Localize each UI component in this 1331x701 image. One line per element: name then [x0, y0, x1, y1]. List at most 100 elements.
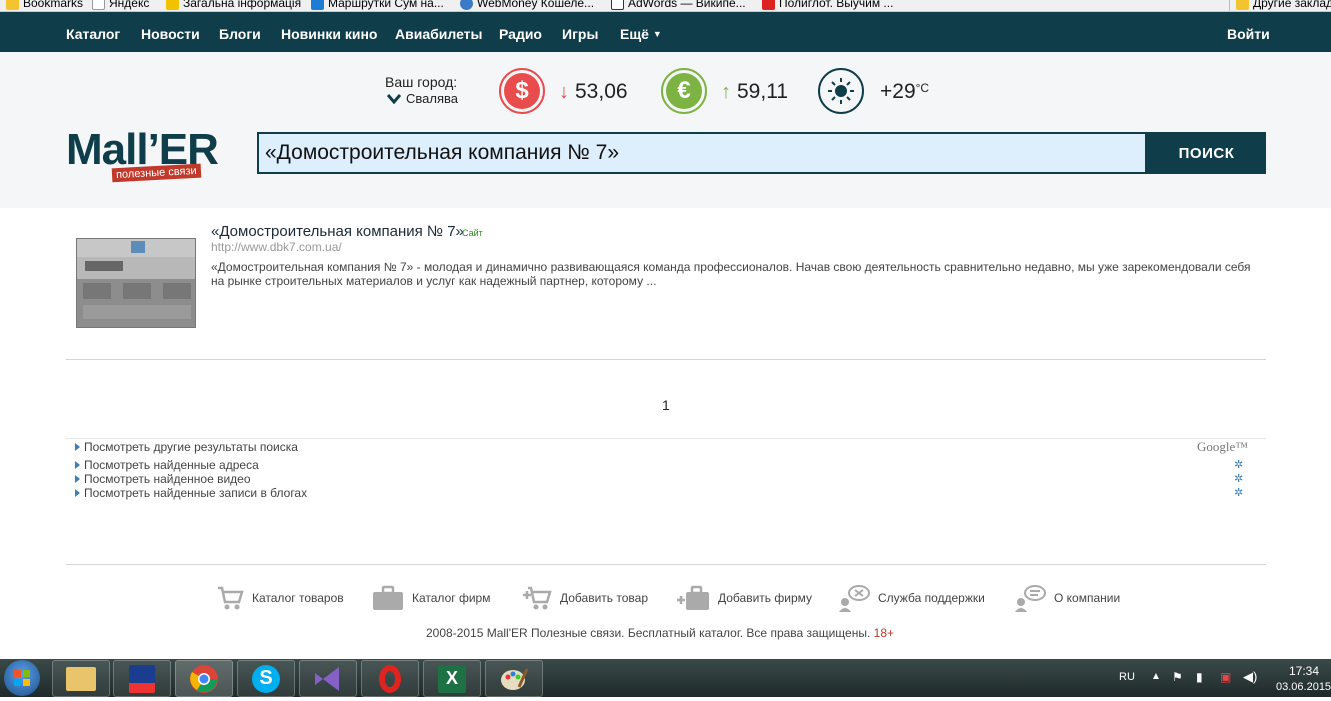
triangle-right-icon — [75, 475, 80, 483]
divider — [66, 438, 1266, 439]
support-icon — [839, 585, 870, 612]
taskbar-paint[interactable] — [485, 660, 543, 697]
result-title[interactable]: «Домостроительная компания № 7» — [211, 223, 464, 240]
footer-catalog-goods[interactable]: Каталог товаров — [216, 584, 344, 612]
floppy-icon — [129, 664, 155, 693]
opera-icon — [379, 664, 401, 693]
taskbar-visual-studio[interactable] — [299, 660, 357, 697]
gear-icon: ✲ — [1234, 459, 1244, 471]
footer-link-label: О компании — [1054, 591, 1121, 605]
nav-more[interactable]: Ещё ▼ — [620, 26, 662, 42]
more-link-label: Посмотреть найденные записи в блогах — [84, 486, 308, 500]
taskbar-opera[interactable] — [361, 660, 419, 697]
chrome-icon — [190, 664, 218, 693]
arrow-up-icon: ↑ — [721, 80, 731, 103]
usd-rate: ↓ 53,06 — [559, 80, 628, 104]
sun-icon — [818, 68, 864, 114]
star-icon — [166, 0, 179, 10]
folder-icon — [1236, 0, 1249, 10]
footer-add-product[interactable]: Добавить товар — [522, 584, 648, 612]
city-label: Ваш город: — [385, 74, 458, 90]
search-button[interactable]: ПОИСК — [1147, 132, 1266, 174]
clock-date[interactable]: 03.06.2015 — [1276, 681, 1331, 693]
triangle-right-icon — [75, 443, 80, 451]
briefcase-icon — [373, 585, 403, 610]
bookmark-general-info[interactable]: Загальна інформація — [166, 0, 301, 11]
city-selector[interactable]: Свалява — [387, 91, 458, 106]
more-link-label: Посмотреть другие результаты поиска — [84, 440, 298, 454]
nav-catalog[interactable]: Каталог — [66, 26, 120, 42]
bookmark-webmoney[interactable]: WebMoney Кошеле... — [460, 0, 594, 11]
found-addresses-link[interactable]: Посмотреть найденные адреса — [75, 458, 259, 472]
clock-time[interactable]: 17:34 — [1289, 664, 1319, 678]
nav-blogs[interactable]: Блоги — [219, 26, 261, 42]
google-logo: Google™ — [1197, 439, 1249, 454]
login-link[interactable]: Войти — [1227, 26, 1270, 42]
nav-flights[interactable]: Авиабилеты — [395, 26, 483, 42]
nav-games[interactable]: Игры — [562, 26, 598, 42]
taskbar-excel[interactable]: X — [423, 660, 481, 697]
tray-expand-icon[interactable]: ▲ — [1151, 671, 1161, 682]
excel-icon: X — [438, 664, 466, 693]
nav-more-label: Ещё — [620, 26, 649, 42]
chevron-down-icon — [387, 93, 401, 104]
header: Ваш город: Свалява $ ↓ 53,06 € ↑ 59,11 +… — [0, 52, 1331, 208]
language-indicator[interactable]: RU — [1119, 671, 1135, 683]
bookmark-yandex[interactable]: Яндекс — [92, 0, 149, 11]
found-video-link[interactable]: Посмотреть найденное видео — [75, 472, 251, 486]
footer-link-label: Каталог товаров — [252, 591, 344, 605]
logo[interactable]: Mall’ER полезные связи — [66, 125, 246, 189]
triangle-right-icon — [75, 461, 80, 469]
footer-support[interactable]: Служба поддержки — [838, 584, 985, 612]
age-rating: 18+ — [873, 626, 894, 640]
search-input[interactable] — [257, 132, 1147, 174]
bookmark-other[interactable]: Другие заклад — [1229, 0, 1331, 11]
bookmark-adwords[interactable]: AdWords — Википе... — [611, 0, 746, 11]
page-icon — [92, 0, 105, 10]
top-navigation: Каталог Новости Блоги Новинки кино Авиаб… — [0, 12, 1331, 52]
bookmarks-bar: Bookmarks Яндекс Загальна інформація Мар… — [0, 0, 1331, 12]
folder-icon — [6, 0, 19, 10]
triangle-right-icon — [75, 489, 80, 497]
about-icon — [1015, 585, 1046, 612]
folder-icon — [66, 666, 96, 691]
divider — [66, 564, 1266, 565]
nav-news[interactable]: Новости — [141, 26, 200, 42]
bookmark-routes[interactable]: Маршрутки Сум на... — [311, 0, 444, 11]
nav-movies[interactable]: Новинки кино — [281, 26, 377, 42]
taskbar-save-app[interactable] — [113, 660, 171, 697]
footer-link-label: Добавить фирму — [718, 591, 813, 605]
start-button[interactable] — [4, 660, 40, 696]
flag-icon[interactable]: ⚑ — [1172, 670, 1183, 684]
nav-radio[interactable]: Радио — [499, 26, 542, 42]
eur-rate-value: 59,11 — [737, 80, 788, 103]
taskbar-explorer[interactable] — [52, 660, 110, 697]
found-blog-posts-link[interactable]: Посмотреть найденные записи в блогах — [75, 486, 307, 500]
gear-icon: ✲ — [1234, 473, 1244, 485]
more-search-results-link[interactable]: Посмотреть другие результаты поиска — [75, 440, 298, 454]
bookmark-polyglot[interactable]: Полиглот. Выучим ... — [762, 0, 893, 11]
temperature: +29 °C — [880, 80, 929, 104]
taskbar-chrome[interactable] — [175, 660, 233, 697]
footer-catalog-firms[interactable]: Каталог фирм — [372, 584, 490, 612]
footer-about[interactable]: О компании — [1014, 584, 1120, 612]
footer-add-firm[interactable]: Добавить фирму — [676, 584, 812, 612]
skype-icon: S — [252, 664, 280, 693]
result-description: «Домостроительная компания № 7» - молода… — [211, 260, 1251, 288]
result-url[interactable]: http://www.dbk7.com.ua/ — [211, 240, 342, 254]
windows-logo-icon — [14, 670, 30, 686]
usd-rate-value: 53,06 — [575, 80, 628, 103]
power-icon[interactable]: ▣ — [1220, 670, 1231, 684]
add-briefcase-icon — [677, 585, 709, 610]
page-number[interactable]: 1 — [662, 397, 670, 413]
bookmark-bookmarks[interactable]: Bookmarks — [6, 0, 83, 11]
more-link-label: Посмотреть найденное видео — [84, 472, 251, 486]
visual-studio-icon — [315, 666, 339, 691]
result-thumbnail[interactable] — [76, 238, 196, 328]
e-icon — [311, 0, 324, 10]
add-cart-icon — [523, 586, 552, 610]
network-icon[interactable]: ▮ — [1196, 670, 1203, 684]
volume-icon[interactable]: ◀) — [1243, 669, 1257, 685]
taskbar-skype[interactable]: S — [237, 660, 295, 697]
caret-down-icon: ▼ — [652, 29, 662, 39]
